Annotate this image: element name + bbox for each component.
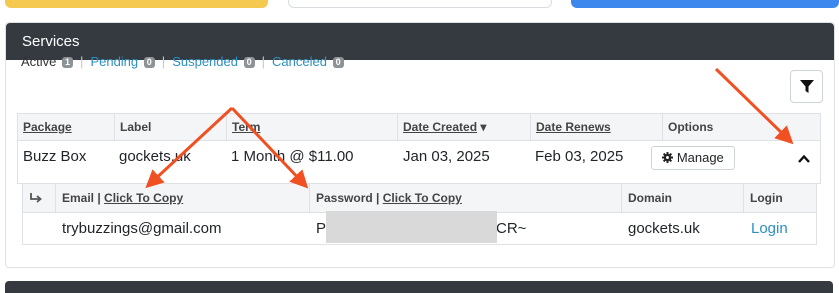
cell-date-created: Jan 03, 2025 <box>403 148 490 165</box>
top-yellow-button[interactable] <box>5 0 268 8</box>
next-card-header <box>5 281 833 293</box>
column-domain: Domain <box>621 184 744 212</box>
sort-desc-icon: ▾ <box>480 120 487 134</box>
cell-date-renews: Feb 03, 2025 <box>535 148 624 165</box>
services-table-header: Package Label Term Date Created ▾ Date R… <box>18 114 820 141</box>
filter-active-count: 1 <box>62 57 74 68</box>
filter-separator: | <box>80 54 84 69</box>
column-date-renews[interactable]: Date Renews <box>530 114 663 140</box>
manage-button[interactable]: Manage <box>651 146 735 170</box>
details-expand-cell <box>23 184 55 212</box>
filter-pending-count: 0 <box>143 57 155 68</box>
column-term[interactable]: Term <box>226 114 398 140</box>
manage-label: Manage <box>676 150 724 165</box>
status-filters: Active 1 | Pending 0 | Suspended 0 | Canceled … <box>21 54 344 70</box>
filter-suspended[interactable]: Suspended 0 <box>172 54 255 70</box>
services-title: Services <box>22 33 80 50</box>
cell-label: gockets.uk <box>119 148 191 165</box>
column-password: Password | Click To Copy <box>309 184 622 212</box>
column-options: Options <box>662 114 820 140</box>
login-link[interactable]: Login <box>745 213 788 244</box>
column-label: Label <box>114 114 227 140</box>
password-copy-link[interactable]: Click To Copy <box>383 191 462 205</box>
password-redaction <box>326 211 497 243</box>
filter-separator: | <box>161 54 166 69</box>
column-date-created[interactable]: Date Created ▾ <box>397 114 530 140</box>
filter-button[interactable] <box>790 70 823 103</box>
filter-separator: | <box>261 54 265 69</box>
column-email: Email | Click To Copy <box>55 184 310 212</box>
filter-suspended-count: 0 <box>243 57 255 68</box>
cell-package: Buzz Box <box>23 148 87 165</box>
arrow-down-right-icon <box>30 193 42 203</box>
filter-icon <box>799 79 814 93</box>
chevron-up-icon[interactable] <box>797 152 811 166</box>
email-copy-link[interactable]: Click To Copy <box>104 191 183 205</box>
domain-value: gockets.uk <box>628 220 700 237</box>
filter-canceled-count: 0 <box>332 57 344 68</box>
filter-canceled[interactable]: Canceled 0 <box>272 54 344 70</box>
gear-icon <box>662 152 674 163</box>
cell-term: 1 Month @ $11.00 <box>231 148 354 165</box>
filter-active[interactable]: Active 1 <box>21 54 74 70</box>
column-login: Login <box>743 184 817 212</box>
top-blue-button[interactable] <box>571 0 839 8</box>
email-value[interactable]: trybuzzings@gmail.com <box>56 213 221 244</box>
top-white-button[interactable] <box>288 0 552 8</box>
column-package[interactable]: Package <box>18 114 114 140</box>
filter-pending[interactable]: Pending 0 <box>90 54 155 70</box>
details-header: Email | Click To Copy Password | Click T… <box>23 184 816 213</box>
